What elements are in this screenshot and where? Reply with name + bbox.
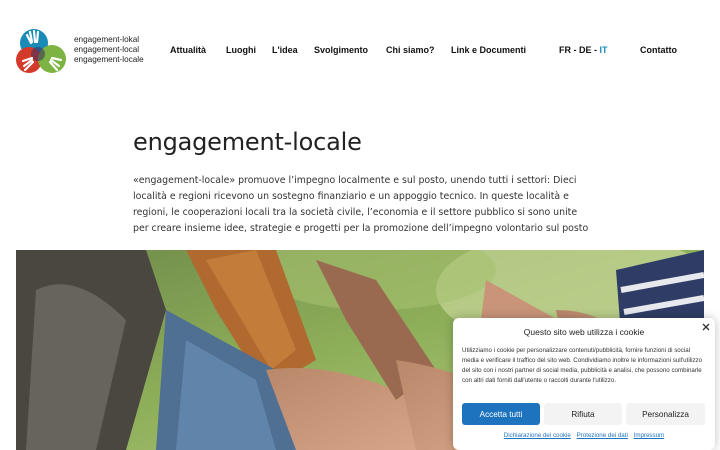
nav-item-luoghi[interactable]: Luoghi [226, 45, 256, 55]
reject-button[interactable]: Rifiuta [544, 403, 622, 425]
lang-separator: - [571, 45, 579, 55]
language-switcher: FR - DE - IT [559, 45, 608, 55]
nav-item-idea[interactable]: L'idea [272, 45, 298, 55]
nav-item-chi-siamo[interactable]: Chi siamo? [386, 45, 435, 55]
intro-paragraph: «engagement-locale» promuove l’impegno l… [133, 175, 589, 234]
main-nav: Attualità Luoghi L'idea Svolgimento Chi … [0, 45, 720, 57]
nav-item-attualita[interactable]: Attualità [170, 45, 206, 55]
cookie-text: Utilizziamo i cookie per personalizzare … [462, 347, 703, 384]
privacy-link[interactable]: Protezione dei dati [577, 432, 628, 439]
accept-all-button[interactable]: Accetta tutti [462, 403, 540, 425]
nav-item-contatto[interactable]: Contatto [640, 45, 677, 55]
page-title: engagement-locale [133, 128, 362, 156]
logo-line-de: engagement-lokal [74, 35, 140, 44]
cookie-statement-link[interactable]: Dichiarazione dei cookie [504, 432, 571, 439]
cookie-title: Questo sito web utilizza i cookie [523, 327, 645, 337]
site-header: engagement-lokal engagement-local engage… [0, 0, 720, 100]
lang-it-link[interactable]: IT [600, 45, 608, 55]
cookie-banner: Questo sito web utilizza i cookie Utiliz… [453, 318, 715, 450]
customize-button[interactable]: Personalizza [626, 403, 705, 425]
cookie-links: Dichiarazione dei cookie Protezione dei … [453, 432, 715, 439]
lang-fr-link[interactable]: FR [559, 45, 571, 55]
lang-separator: - [591, 45, 600, 55]
nav-item-svolgimento[interactable]: Svolgimento [314, 45, 368, 55]
lang-de-link[interactable]: DE [579, 45, 592, 55]
nav-item-link-documenti[interactable]: Link e Documenti [451, 45, 526, 55]
impressum-link[interactable]: Impressum [634, 432, 665, 439]
close-icon[interactable] [701, 322, 711, 332]
